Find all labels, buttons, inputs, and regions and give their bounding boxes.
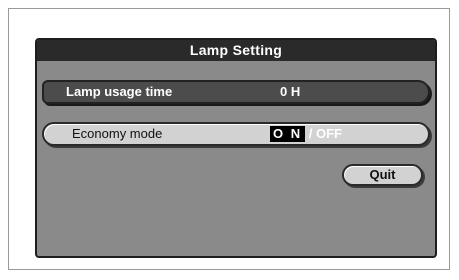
lamp-setting-dialog: Lamp Setting Lamp usage time 0 H Economy… xyxy=(35,38,437,258)
option-off[interactable]: OFF xyxy=(316,126,342,141)
lamp-usage-label: Lamp usage time xyxy=(66,84,173,99)
option-on[interactable]: O N xyxy=(270,126,306,142)
economy-mode-label: Economy mode xyxy=(72,126,163,141)
option-separator: / xyxy=(308,126,313,141)
economy-mode-options: O N / OFF xyxy=(270,126,342,142)
quit-button[interactable]: Quit xyxy=(342,164,423,186)
economy-mode-row[interactable]: Economy mode O N / OFF xyxy=(42,122,430,146)
lamp-usage-value: 0 H xyxy=(280,84,301,99)
lamp-usage-row[interactable]: Lamp usage time 0 H xyxy=(42,80,430,104)
dialog-title: Lamp Setting xyxy=(37,40,435,61)
